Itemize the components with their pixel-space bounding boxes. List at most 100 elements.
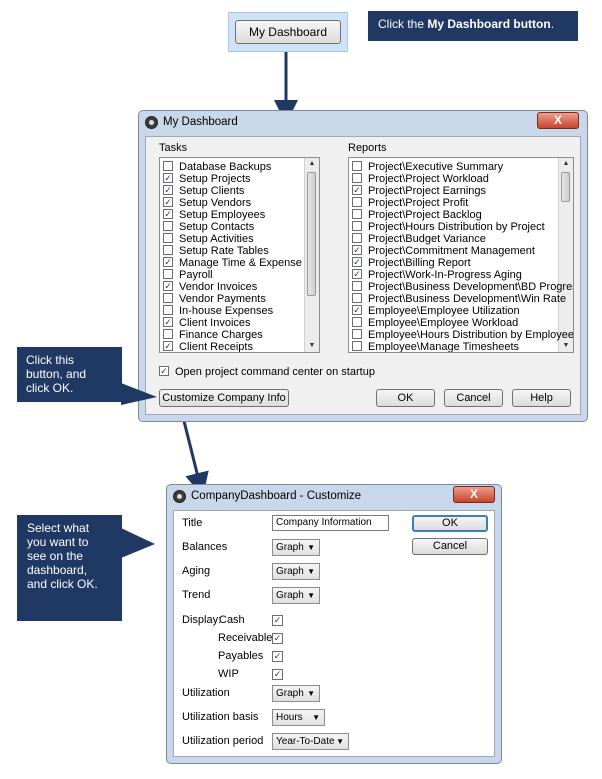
- list-item-checkbox[interactable]: [163, 329, 173, 340]
- list-item-checkbox[interactable]: [163, 221, 173, 232]
- display-option-checkbox[interactable]: ✓: [272, 669, 283, 680]
- list-item-label: Project\Business Development\Win Rate: [368, 293, 567, 305]
- list-item-checkbox[interactable]: ✓: [163, 197, 173, 208]
- scroll-up-icon[interactable]: ▲: [305, 158, 319, 170]
- title-input[interactable]: Company Information: [272, 515, 389, 531]
- list-item-label: Setup Clients: [179, 185, 245, 197]
- utilization-select[interactable]: Graph ▼: [272, 685, 320, 702]
- list-item-checkbox[interactable]: [352, 281, 362, 292]
- list-item-checkbox[interactable]: [352, 341, 362, 352]
- cancel-button[interactable]: Cancel: [412, 538, 488, 555]
- help-button[interactable]: Help: [512, 389, 571, 407]
- cancel-button[interactable]: Cancel: [444, 389, 503, 407]
- reports-listbox[interactable]: ▲ ▼ Project\Executive Summary Project\Pro…: [348, 157, 574, 353]
- list-item-checkbox[interactable]: [352, 209, 362, 220]
- ok-button[interactable]: OK: [412, 515, 488, 532]
- title-bar: My Dashboard X: [139, 111, 587, 135]
- ok-button[interactable]: OK: [376, 389, 435, 407]
- list-item[interactable]: ✓ Project\Work-In-Progress Aging: [352, 269, 522, 281]
- list-item-checkbox[interactable]: ✓: [163, 281, 173, 292]
- utilization-period-select[interactable]: Year-To-Date ▼: [272, 733, 349, 750]
- list-item-checkbox[interactable]: [163, 245, 173, 256]
- list-item-checkbox[interactable]: [352, 233, 362, 244]
- list-item-checkbox[interactable]: ✓: [163, 209, 173, 220]
- list-item-checkbox[interactable]: ✓: [352, 305, 362, 316]
- list-item[interactable]: Project\Business Development\BD Progress: [352, 281, 573, 293]
- display-option-checkbox[interactable]: ✓: [272, 651, 283, 662]
- list-item-checkbox[interactable]: [352, 317, 362, 328]
- list-item-checkbox[interactable]: [163, 233, 173, 244]
- list-item[interactable]: Project\Project Backlog: [352, 209, 482, 221]
- list-item[interactable]: ✓ Project\Billing Report: [352, 257, 471, 269]
- list-item[interactable]: Database Backups: [163, 161, 271, 173]
- list-item-checkbox[interactable]: [163, 161, 173, 172]
- list-item-checkbox[interactable]: ✓: [352, 185, 362, 196]
- list-item[interactable]: ✓ Employee\Employee Utilization: [352, 305, 520, 317]
- list-item-label: Setup Projects: [179, 173, 251, 185]
- list-item[interactable]: Employee\Employee Workload: [352, 317, 518, 329]
- list-item-checkbox[interactable]: [352, 197, 362, 208]
- list-item[interactable]: Payroll: [163, 269, 213, 281]
- list-item[interactable]: Project\Project Workload: [352, 173, 489, 185]
- list-item[interactable]: Employee\Manage Timesheets: [352, 341, 519, 352]
- utilization-basis-select[interactable]: Hours ▼: [272, 709, 325, 726]
- startup-checkbox[interactable]: ✓: [159, 366, 169, 377]
- list-item[interactable]: ✓ Setup Projects: [163, 173, 251, 185]
- list-item-checkbox[interactable]: ✓: [352, 257, 362, 268]
- close-button[interactable]: X: [537, 112, 579, 129]
- scroll-thumb[interactable]: [307, 172, 316, 296]
- tasks-listbox[interactable]: ▲ ▼ Database Backups ✓ Setup Projects ✓ Setu…: [159, 157, 320, 353]
- list-item-checkbox[interactable]: [352, 221, 362, 232]
- list-item[interactable]: Setup Activities: [163, 233, 254, 245]
- list-item-checkbox[interactable]: [163, 293, 173, 304]
- list-item-checkbox[interactable]: [352, 329, 362, 340]
- list-item-checkbox[interactable]: [352, 293, 362, 304]
- tasks-scrollbar[interactable]: ▲ ▼: [304, 158, 319, 352]
- list-item-checkbox[interactable]: ✓: [163, 317, 173, 328]
- list-item[interactable]: ✓ Manage Time & Expense: [163, 257, 302, 269]
- list-item-checkbox[interactable]: [352, 161, 362, 172]
- tasks-label: Tasks: [159, 142, 188, 154]
- startup-option[interactable]: ✓ Open project command center on startup: [159, 366, 375, 378]
- list-item[interactable]: ✓ Client Receipts: [163, 341, 253, 352]
- display-option-checkbox[interactable]: ✓: [272, 633, 283, 644]
- list-item[interactable]: Project\Executive Summary: [352, 161, 503, 173]
- list-item[interactable]: ✓ Project\Commitment Management: [352, 245, 535, 257]
- reports-scrollbar[interactable]: ▲ ▼: [558, 158, 573, 352]
- list-item[interactable]: In-house Expenses: [163, 305, 273, 317]
- list-item[interactable]: Employee\Hours Distribution by Employee: [352, 329, 573, 341]
- list-item[interactable]: ✓ Setup Vendors: [163, 197, 251, 209]
- list-item[interactable]: Vendor Payments: [163, 293, 266, 305]
- list-item-checkbox[interactable]: ✓: [163, 173, 173, 184]
- display-option-checkbox[interactable]: ✓: [272, 615, 283, 626]
- list-item[interactable]: ✓ Setup Clients: [163, 185, 244, 197]
- list-item-checkbox[interactable]: ✓: [163, 341, 173, 352]
- list-item[interactable]: ✓ Vendor Invoices: [163, 281, 257, 293]
- scroll-down-icon[interactable]: ▼: [305, 340, 319, 352]
- list-item[interactable]: Finance Charges: [163, 329, 263, 341]
- list-item[interactable]: Project\Project Profit: [352, 197, 468, 209]
- list-item[interactable]: Project\Business Development\Win Rate: [352, 293, 566, 305]
- list-item[interactable]: Project\Hours Distribution by Project: [352, 221, 545, 233]
- list-item[interactable]: ✓ Project\Project Earnings: [352, 185, 486, 197]
- customize-company-info-button[interactable]: Customize Company Info: [159, 389, 289, 407]
- scroll-up-icon[interactable]: ▲: [559, 158, 573, 170]
- trend-select[interactable]: Graph ▼: [272, 587, 320, 604]
- list-item-checkbox[interactable]: ✓: [163, 185, 173, 196]
- scroll-down-icon[interactable]: ▼: [559, 340, 573, 352]
- list-item[interactable]: Setup Rate Tables: [163, 245, 269, 257]
- list-item-checkbox[interactable]: ✓: [352, 245, 362, 256]
- list-item-checkbox[interactable]: ✓: [163, 257, 173, 268]
- list-item[interactable]: Setup Contacts: [163, 221, 254, 233]
- close-button[interactable]: X: [453, 486, 495, 503]
- aging-select[interactable]: Graph ▼: [272, 563, 320, 580]
- scroll-thumb[interactable]: [561, 172, 570, 202]
- list-item-checkbox[interactable]: ✓: [352, 269, 362, 280]
- list-item[interactable]: Project\Budget Variance: [352, 233, 486, 245]
- list-item-checkbox[interactable]: [163, 305, 173, 316]
- list-item-checkbox[interactable]: [352, 173, 362, 184]
- list-item-checkbox[interactable]: [163, 269, 173, 280]
- list-item[interactable]: ✓ Client Invoices: [163, 317, 251, 329]
- list-item[interactable]: ✓ Setup Employees: [163, 209, 265, 221]
- balances-select[interactable]: Graph ▼: [272, 539, 320, 556]
